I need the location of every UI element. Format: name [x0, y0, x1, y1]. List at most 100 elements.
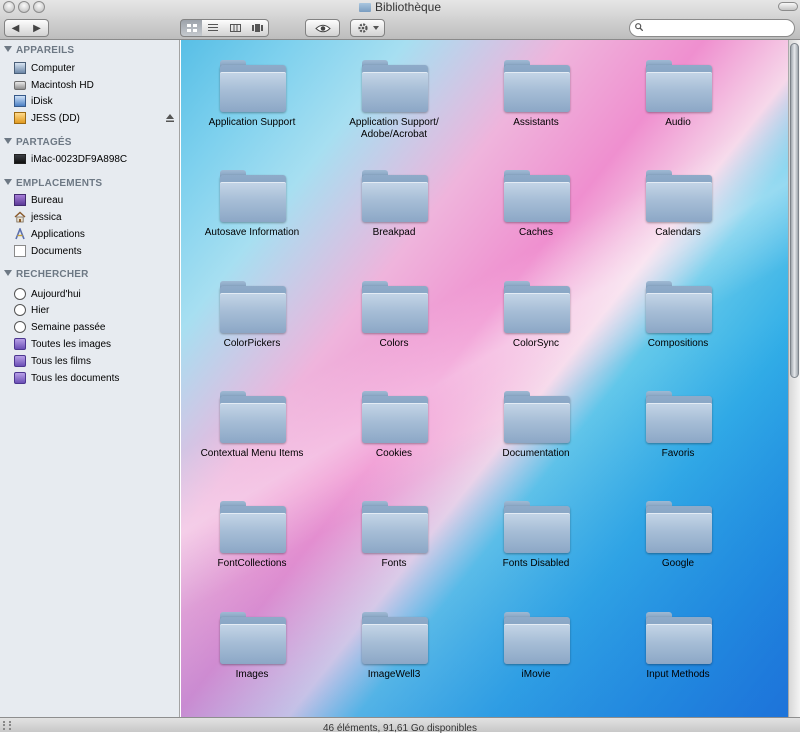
folder-item[interactable]: Input Methods	[607, 592, 749, 702]
folder-icon	[362, 612, 428, 664]
sidebar-item-label: Hier	[31, 304, 50, 316]
folder-item[interactable]: Calendars	[607, 150, 749, 260]
eject-icon[interactable]	[165, 113, 175, 123]
folder-icon	[362, 170, 428, 222]
folder-label: Calendars	[655, 227, 701, 238]
smart-folder-icon	[14, 355, 26, 367]
folder-item[interactable]: Compositions	[607, 261, 749, 371]
clock-icon	[14, 321, 26, 333]
folder-item[interactable]: FontCollections	[181, 481, 323, 591]
scrollbar-thumb[interactable]	[790, 43, 799, 378]
folder-label: ColorSync	[512, 338, 560, 349]
sidebar-item-label: JESS (DD)	[31, 112, 80, 124]
sidebar-section-title: RECHERCHER	[16, 269, 89, 280]
sidebar-item-all-images[interactable]: Toutes les images	[14, 336, 174, 352]
forward-arrow-icon: ▶	[33, 22, 41, 34]
folder-item[interactable]: Application Support	[181, 40, 323, 150]
forward-button[interactable]: ▶	[26, 19, 49, 37]
folder-item[interactable]: Application Support/Adobe/Acrobat	[323, 40, 465, 150]
folder-icon	[220, 281, 286, 333]
computer-icon	[14, 62, 26, 74]
sidebar-item-label: iMac-0023DF9A898C	[31, 153, 128, 165]
folder-item[interactable]: ColorPickers	[181, 261, 323, 371]
folder-item[interactable]: Favoris	[607, 371, 749, 481]
sidebar-item-idisk[interactable]: iDisk	[14, 93, 174, 109]
sidebar-section-search[interactable]: RECHERCHER	[4, 269, 89, 280]
sidebar-item-all-movies[interactable]: Tous les films	[14, 353, 174, 369]
sidebar-item-label: Bureau	[31, 194, 64, 206]
applications-icon	[15, 228, 25, 240]
gear-icon	[357, 23, 368, 33]
folder-label: Cookies	[375, 448, 413, 459]
folder-item[interactable]: iMovie	[465, 592, 607, 702]
folder-label: Application Support/Adobe/Acrobat	[349, 117, 439, 140]
sidebar-item-yesterday[interactable]: Hier	[14, 302, 174, 318]
folder-item[interactable]: Assistants	[465, 40, 607, 150]
sidebar-item-all-documents[interactable]: Tous les documents	[14, 370, 174, 386]
sidebar-item-bureau[interactable]: Bureau	[14, 192, 174, 208]
sidebar-item-documents[interactable]: Documents	[14, 243, 174, 259]
folder-icon	[220, 170, 286, 222]
folder-icon	[646, 60, 712, 112]
folder-icon	[504, 170, 570, 222]
folder-label: Favoris	[661, 448, 695, 459]
folder-item[interactable]: ImageWell3	[323, 592, 465, 702]
folder-label: Assistants	[513, 117, 559, 128]
search-input[interactable]	[650, 21, 790, 35]
list-view-button[interactable]	[202, 19, 225, 37]
back-button[interactable]: ◀	[4, 19, 27, 37]
sidebar-section-devices[interactable]: APPAREILS	[4, 45, 74, 56]
folder-icon	[646, 170, 712, 222]
toolbar-toggle-button[interactable]	[778, 2, 798, 11]
sidebar-item-jessica[interactable]: jessica	[14, 209, 174, 225]
folder-item[interactable]: Audio	[607, 40, 749, 150]
folder-icon	[362, 391, 428, 443]
sidebar-item-applications[interactable]: Applications	[14, 226, 174, 242]
icon-view-button[interactable]	[180, 19, 203, 37]
back-arrow-icon: ◀	[11, 22, 20, 34]
status-bar: 46 éléments, 91,61 Go disponibles	[0, 717, 800, 734]
folder-item[interactable]: Autosave Information	[181, 150, 323, 260]
action-menu-button[interactable]	[350, 19, 385, 37]
column-view-button[interactable]	[224, 19, 247, 37]
icon-view-area[interactable]: Application Support Application Support/A…	[181, 40, 788, 717]
sidebar-item-label: iDisk	[31, 95, 53, 107]
folder-icon	[362, 60, 428, 112]
sidebar-item-last-week[interactable]: Semaine passée	[14, 319, 174, 335]
sidebar-section-places[interactable]: EMPLACEMENTS	[4, 178, 102, 189]
folder-item[interactable]: Documentation	[465, 371, 607, 481]
folder-item[interactable]: Cookies	[323, 371, 465, 481]
sidebar-item-macintosh-hd[interactable]: Macintosh HD	[14, 77, 174, 93]
folder-item[interactable]: Fonts	[323, 481, 465, 591]
search-field[interactable]	[629, 19, 795, 37]
sidebar-item-label: Applications	[31, 228, 85, 240]
folder-item[interactable]: Fonts Disabled	[465, 481, 607, 591]
folder-label: Images	[235, 669, 269, 680]
eye-icon	[314, 24, 331, 32]
folder-item[interactable]: Caches	[465, 150, 607, 260]
sidebar-item-computer[interactable]: Computer	[14, 60, 174, 76]
cover-flow-view-button[interactable]	[246, 19, 269, 37]
clock-icon	[14, 288, 26, 300]
folder-item[interactable]: Google	[607, 481, 749, 591]
folder-label: Documentation	[502, 448, 570, 459]
sidebar-section-title: APPAREILS	[16, 45, 75, 56]
folder-item[interactable]: ColorSync	[465, 261, 607, 371]
sidebar-section-title: PARTAGÉS	[16, 137, 72, 148]
list-view-icon	[208, 24, 218, 31]
sidebar-item-imac[interactable]: iMac-0023DF9A898C	[14, 151, 174, 167]
folder-item[interactable]: Images	[181, 592, 323, 702]
sidebar-item-label: jessica	[31, 211, 62, 223]
sidebar-item-label: Tous les documents	[31, 372, 120, 384]
folder-label: Application Support	[208, 117, 296, 128]
folder-item[interactable]: Contextual Menu Items	[181, 371, 323, 481]
vertical-scrollbar[interactable]	[788, 40, 800, 717]
quick-look-button[interactable]	[305, 19, 340, 37]
sidebar-item-today[interactable]: Aujourd'hui	[14, 286, 174, 302]
folder-item[interactable]: Colors	[323, 261, 465, 371]
search-icon	[635, 23, 643, 31]
folder-item[interactable]: Breakpad	[323, 150, 465, 260]
sidebar-item-jess-dd[interactable]: JESS (DD)	[14, 110, 174, 126]
sidebar-item-label: Computer	[31, 62, 75, 74]
sidebar-section-shared[interactable]: PARTAGÉS	[4, 137, 72, 148]
